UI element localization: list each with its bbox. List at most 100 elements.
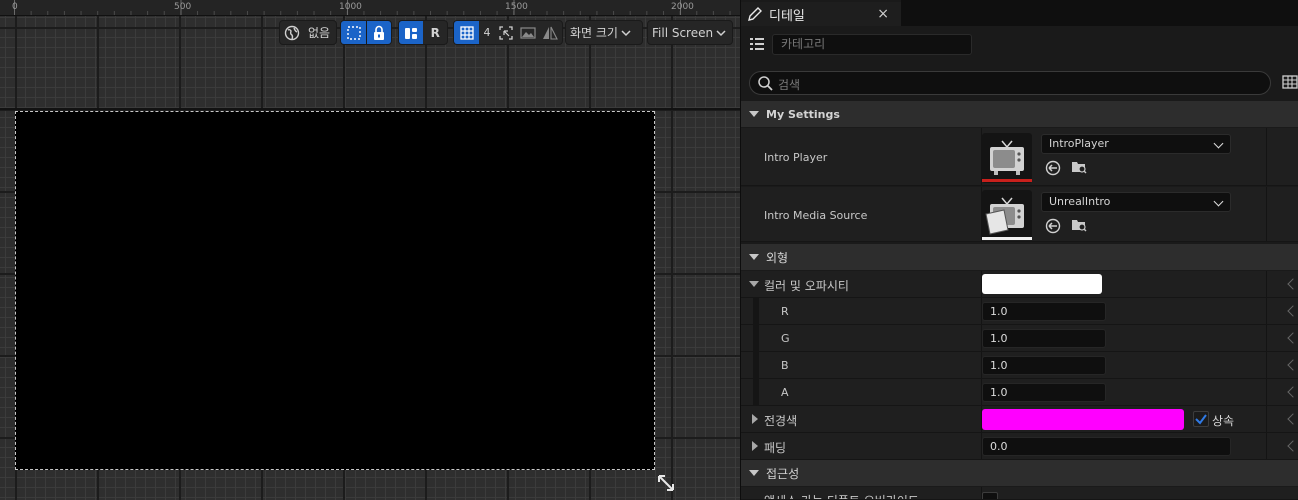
property-label: 전경색 <box>764 414 798 428</box>
property-label: G <box>781 332 790 345</box>
category-accessibility[interactable]: 접근성 <box>741 460 1298 486</box>
property-row-channel-g: G 1.0 <box>741 325 1298 352</box>
collapse-arrow-icon <box>749 111 759 117</box>
viewport-guide-line <box>0 108 740 110</box>
widget-canvas[interactable] <box>15 111 655 470</box>
property-row-intro-player: Intro Player IntroPlayer <box>741 128 1298 186</box>
property-label: 컬러 및 오파시티 <box>764 279 849 293</box>
pencil-icon <box>748 7 762 21</box>
fill-screen-label: Fill Screen <box>652 25 714 40</box>
channel-a-field[interactable]: 1.0 <box>982 383 1106 402</box>
reset-arrow-icon[interactable] <box>1287 440 1298 452</box>
property-label: 액세스 가능 디폴트 오버라이드 <box>764 492 919 499</box>
property-label: Intro Player <box>764 151 828 164</box>
reset-arrow-icon[interactable] <box>1287 305 1298 317</box>
reset-arrow-icon[interactable] <box>1287 386 1298 398</box>
search-placeholder: 검색 <box>778 78 801 92</box>
padding-field[interactable]: 0.0 <box>982 437 1231 456</box>
chevron-down-icon <box>1213 196 1224 207</box>
color-swatch[interactable] <box>982 274 1102 294</box>
property-label: A <box>781 386 789 399</box>
selection-tools-group <box>340 20 392 45</box>
screen-size-dropdown[interactable]: 화면 크기 <box>565 20 643 45</box>
combo-value: IntroPlayer <box>1049 137 1109 150</box>
designer-viewport[interactable]: 0 500 1000 1500 2000 없음 R 4 화면 크기 Fill S… <box>0 0 740 500</box>
asset-thumbnail[interactable] <box>982 133 1032 183</box>
ruler-tick-label: 1500 <box>505 2 528 12</box>
details-tab[interactable]: 디테일 × <box>741 0 901 26</box>
property-label: R <box>781 305 789 318</box>
chevron-down-icon <box>713 21 729 44</box>
grid-snap-value[interactable]: 4 <box>479 21 495 44</box>
expand-arrow-icon[interactable] <box>752 414 758 424</box>
ruler-tick-label: 1000 <box>339 2 362 12</box>
browse-folder-icon[interactable] <box>1071 217 1087 233</box>
reset-arrow-icon[interactable] <box>1287 413 1298 425</box>
color-swatch[interactable] <box>982 409 1184 430</box>
media-source-icon <box>982 197 1032 240</box>
tv-icon <box>982 140 1032 182</box>
collapse-arrow-icon <box>749 254 759 260</box>
details-tab-label: 디테일 <box>769 8 805 24</box>
channel-b-field[interactable]: 1.0 <box>982 356 1106 375</box>
details-panel: 디테일 × 카테고리 검색 My Settings Intro Player I… <box>740 0 1298 500</box>
widget-layout-icon[interactable] <box>399 21 424 44</box>
globe-icon <box>280 21 304 44</box>
channel-g-field[interactable]: 1.0 <box>982 329 1106 348</box>
category-my-settings[interactable]: My Settings <box>741 101 1298 127</box>
browse-folder-icon[interactable] <box>1071 159 1087 175</box>
zoom-to-fit-icon[interactable] <box>495 21 517 44</box>
property-row-padding: 패딩 0.0 <box>741 433 1298 460</box>
respect-locks-group: R <box>398 20 448 45</box>
chevron-down-icon <box>618 21 634 44</box>
property-row-channel-r: R 1.0 <box>741 298 1298 325</box>
list-view-icon[interactable] <box>749 37 765 51</box>
property-row-background-color: 전경색 상속 <box>741 406 1298 433</box>
property-row-channel-a: A 1.0 <box>741 379 1298 406</box>
intro-media-source-combo[interactable]: UnrealIntro <box>1041 192 1231 212</box>
fill-screen-dropdown[interactable]: Fill Screen <box>647 20 733 45</box>
category-title: 외형 <box>766 250 789 265</box>
ruler-tick-label: 500 <box>174 2 192 12</box>
image-preview-icon[interactable] <box>517 21 539 44</box>
use-selected-icon[interactable] <box>1045 218 1061 234</box>
category-title: My Settings <box>766 107 840 121</box>
grid-snap-group: 4 <box>453 20 563 45</box>
property-label: B <box>781 359 789 372</box>
lock-icon[interactable] <box>367 21 391 44</box>
property-row-accessible-override: 액세스 가능 디폴트 오버라이드 <box>741 487 1298 500</box>
table-view-icon[interactable] <box>1282 74 1298 90</box>
category-row: 카테고리 <box>747 32 1298 56</box>
expand-arrow-icon[interactable] <box>749 281 759 287</box>
ruler-tick-label: 0 <box>12 2 18 12</box>
locale-preview-button[interactable]: 없음 <box>279 20 337 45</box>
property-label: 패딩 <box>764 441 787 455</box>
expand-arrow-icon[interactable] <box>752 441 758 451</box>
inherit-label: 상속 <box>1212 414 1235 428</box>
chevron-down-icon <box>1213 138 1224 149</box>
accessible-override-checkbox[interactable] <box>982 492 998 499</box>
grid-snap-icon[interactable] <box>454 21 479 44</box>
horizontal-ruler: 0 500 1000 1500 2000 <box>0 0 740 16</box>
category-input[interactable]: 카테고리 <box>772 34 972 55</box>
intro-player-combo[interactable]: IntroPlayer <box>1041 134 1231 154</box>
close-icon[interactable]: × <box>877 6 889 22</box>
resize-handle-icon[interactable] <box>656 473 676 493</box>
asset-thumbnail[interactable] <box>982 190 1032 240</box>
reset-arrow-icon[interactable] <box>1287 359 1298 371</box>
use-selected-icon[interactable] <box>1045 160 1061 176</box>
checkmark-icon <box>1195 414 1207 425</box>
reset-arrow-icon[interactable] <box>1287 332 1298 344</box>
marquee-select-icon[interactable] <box>341 21 367 44</box>
relative-mode-button[interactable]: R <box>423 21 447 44</box>
reset-arrow-icon[interactable] <box>1287 278 1298 290</box>
mirror-flip-icon[interactable] <box>539 21 561 44</box>
property-row-color-opacity: 컬러 및 오파시티 <box>741 271 1298 298</box>
inherit-checkbox[interactable] <box>1193 411 1209 427</box>
combo-value: UnrealIntro <box>1049 195 1111 208</box>
channel-r-field[interactable]: 1.0 <box>982 302 1106 321</box>
collapse-arrow-icon <box>749 470 759 476</box>
category-appearance[interactable]: 외형 <box>741 244 1298 270</box>
search-input[interactable]: 검색 <box>749 71 1271 95</box>
search-icon <box>758 76 773 91</box>
